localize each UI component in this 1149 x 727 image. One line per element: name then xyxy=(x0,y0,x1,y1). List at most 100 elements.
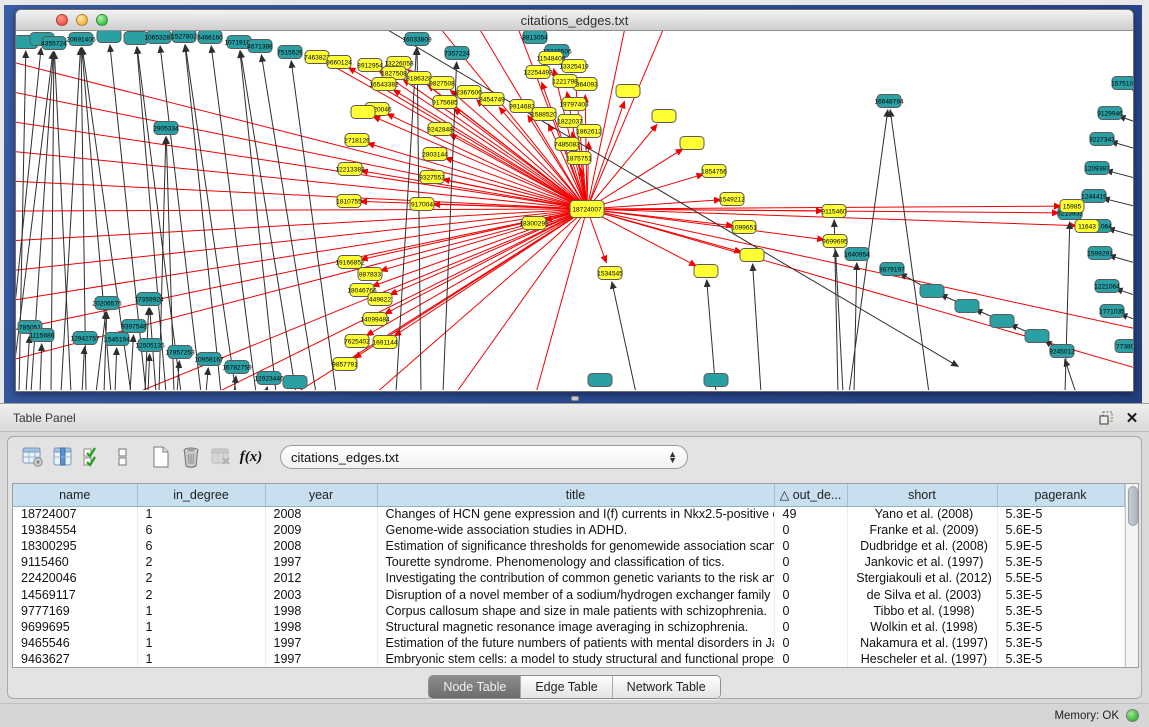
network-window-titlebar[interactable]: citations_edges.txt xyxy=(16,10,1133,31)
graph-node[interactable]: 449822 xyxy=(368,293,392,306)
delete-table-button-disabled[interactable] xyxy=(206,443,236,471)
graph-node[interactable] xyxy=(694,265,718,278)
column-header-year[interactable]: year xyxy=(265,484,377,506)
table-vertical-scrollbar[interactable] xyxy=(1125,484,1139,667)
graph-node[interactable]: 1575107 xyxy=(1111,77,1133,90)
graph-node[interactable]: 1209387 xyxy=(1084,162,1110,175)
graph-node[interactable]: 8813054 xyxy=(522,31,548,44)
table-row[interactable]: 1938455462009Genome-wide association stu… xyxy=(13,522,1124,538)
graph-node[interactable]: 17957253 xyxy=(165,346,195,359)
column-header-out_de[interactable]: △ out_de... xyxy=(774,484,847,506)
panel-splitter-handle[interactable] xyxy=(571,396,579,401)
select-all-rows-button[interactable] xyxy=(78,443,108,471)
graph-node[interactable]: 1221798 xyxy=(552,75,578,88)
graph-node[interactable]: 6466160 xyxy=(197,31,223,44)
graph-node[interactable] xyxy=(588,374,612,387)
graph-node[interactable]: 9660124 xyxy=(326,56,352,69)
table-row[interactable]: 911546021997Tourette syndrome. Phenomeno… xyxy=(13,554,1124,570)
table-row[interactable]: 977716911998Corpus callosum shape and si… xyxy=(13,603,1124,619)
graph-node[interactable]: 12923446 xyxy=(254,372,284,385)
column-header-title[interactable]: title xyxy=(377,484,774,506)
graph-node[interactable]: 12942757 xyxy=(70,332,100,345)
graph-node[interactable]: 1221064 xyxy=(1094,280,1120,293)
graph-node[interactable]: 1115686 xyxy=(30,329,55,342)
table-row[interactable]: 1872400712008Changes of HCN gene express… xyxy=(13,506,1124,522)
graph-node[interactable] xyxy=(740,249,764,262)
graph-node[interactable]: 9827508 xyxy=(429,77,455,90)
graph-node[interactable]: 14099484 xyxy=(360,313,390,326)
graph-node[interactable]: 9857791 xyxy=(332,358,358,371)
graph-node[interactable]: 15985 xyxy=(1060,200,1084,213)
graph-node[interactable]: 1862612 xyxy=(576,125,602,138)
graph-node[interactable]: 11548408 xyxy=(537,52,566,65)
graph-node[interactable]: 20206576 xyxy=(92,297,122,310)
graph-node[interactable]: 1854756 xyxy=(701,165,727,178)
graph-node[interactable]: 12213383 xyxy=(335,163,365,176)
graph-node[interactable]: 9129946 xyxy=(1097,107,1123,120)
graph-node[interactable]: 9175685 xyxy=(432,96,458,109)
delete-trash-button[interactable] xyxy=(176,443,206,471)
graph-node[interactable]: 2803144 xyxy=(422,148,448,161)
graph-node[interactable]: 9115460 xyxy=(821,205,847,218)
graph-node[interactable]: 887833 xyxy=(358,268,382,281)
graph-node[interactable] xyxy=(920,285,944,298)
column-header-name[interactable]: name xyxy=(13,484,137,506)
graph-node[interactable] xyxy=(283,376,307,389)
table-row[interactable]: 969969511998Structural magnetic resonanc… xyxy=(13,619,1124,635)
graph-node[interactable]: 2718126 xyxy=(344,134,370,147)
graph-node[interactable]: 12254493 xyxy=(523,66,553,79)
new-document-button[interactable] xyxy=(146,443,176,471)
graph-node[interactable] xyxy=(616,85,640,98)
graph-node[interactable] xyxy=(990,315,1014,328)
graph-node[interactable]: 8679197 xyxy=(879,263,905,276)
graph-node[interactable]: 1599291 xyxy=(1087,247,1113,260)
table-row[interactable]: 946362711997Embryonic stem cells: a mode… xyxy=(13,651,1124,667)
graph-node[interactable] xyxy=(652,110,676,123)
graph-node[interactable]: 1099651 xyxy=(731,221,757,234)
graph-node[interactable]: 8912954 xyxy=(357,59,383,72)
graph-node[interactable]: 20691406 xyxy=(66,33,96,46)
graph-node[interactable]: 16543382 xyxy=(369,78,399,91)
graph-node[interactable]: 17359924 xyxy=(134,293,164,306)
tab-network-table[interactable]: Network Table xyxy=(612,676,720,698)
table-settings-button[interactable] xyxy=(18,443,48,471)
graph-node[interactable]: 16648794 xyxy=(874,95,904,108)
graph-node[interactable] xyxy=(955,300,979,313)
graph-node[interactable]: 16033809 xyxy=(402,33,432,46)
graph-node[interactable]: 1771035 xyxy=(1099,305,1125,318)
table-row[interactable]: 946554611997Estimation of the future num… xyxy=(13,635,1124,651)
table-row[interactable]: 1830029562008Estimation of significance … xyxy=(13,538,1124,554)
close-panel-icon[interactable]: ✕ xyxy=(1123,409,1141,427)
graph-node[interactable]: 1534545 xyxy=(597,267,623,280)
graph-node[interactable]: 1810755 xyxy=(336,195,362,208)
graph-node[interactable]: 7357224 xyxy=(444,47,470,60)
graph-node[interactable]: 7515526 xyxy=(277,46,303,59)
graph-node[interactable]: 1588520 xyxy=(531,108,557,121)
column-header-in_degree[interactable]: in_degree xyxy=(137,484,265,506)
graph-node[interactable]: 1545194 xyxy=(104,333,130,346)
graph-node[interactable] xyxy=(704,374,728,387)
graph-node[interactable]: 1527802 xyxy=(171,31,197,43)
graph-node[interactable]: 16782759 xyxy=(222,361,252,374)
graph-node[interactable]: 10958167 xyxy=(194,353,224,366)
graph-node[interactable]: 9227343 xyxy=(1089,133,1115,146)
select-column-button[interactable] xyxy=(48,443,78,471)
graph-node[interactable]: 773802 xyxy=(1115,340,1133,353)
graph-node[interactable]: 1549212 xyxy=(719,193,745,206)
scrollbar-thumb[interactable] xyxy=(1128,486,1138,526)
graph-node[interactable]: 9699695 xyxy=(822,235,848,248)
graph-node[interactable]: 12505135 xyxy=(135,339,165,352)
float-panel-icon[interactable] xyxy=(1097,409,1115,427)
graph-node[interactable]: 1691144 xyxy=(372,336,398,349)
tab-edge-table[interactable]: Edge Table xyxy=(520,676,611,698)
graph-node[interactable]: 9397548 xyxy=(121,320,147,333)
graph-node[interactable]: 9245012 xyxy=(1049,345,1075,358)
graph-node[interactable]: 917004 xyxy=(410,198,434,211)
graph-node[interactable] xyxy=(1025,330,1049,343)
table-row[interactable]: 2242004622012Investigating the contribut… xyxy=(13,570,1124,586)
graph-node[interactable] xyxy=(351,106,375,119)
graph-node[interactable]: 19797403 xyxy=(559,98,589,111)
tab-node-table[interactable]: Node Table xyxy=(429,676,520,698)
graph-node[interactable]: 18300295 xyxy=(519,217,549,230)
graph-node[interactable]: 1875751 xyxy=(566,152,592,165)
